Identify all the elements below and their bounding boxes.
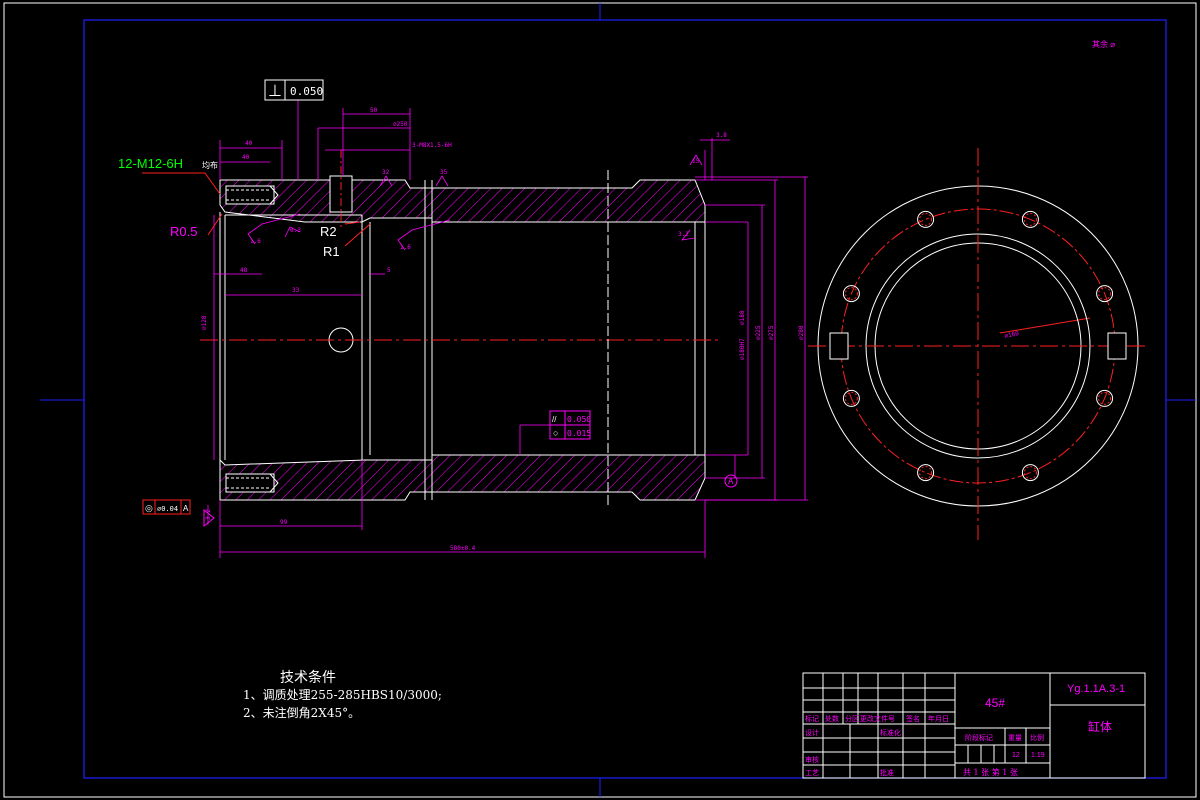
tb-weight: 重量 — [1008, 734, 1022, 742]
perp-value: 0.050 — [290, 85, 323, 98]
dim-50: 50 — [370, 107, 378, 114]
tb-scale-value: 1:19 — [1031, 752, 1045, 759]
port-right — [1107, 332, 1127, 360]
tb-h-2: 分区 — [845, 714, 859, 723]
dim-outer1: ⌀225 — [755, 325, 762, 340]
dim-inner1: ⌀180 — [739, 310, 746, 325]
thread-hole-bottom — [225, 473, 275, 493]
tb-standardize: 标准化 — [880, 728, 901, 737]
tb-approve: 批准 — [880, 768, 894, 777]
dim-99: 99 — [280, 519, 288, 526]
tb-review: 审核 — [805, 755, 819, 764]
r2-label: R2 — [320, 224, 337, 239]
parallel-circularity-frame: // 0.050 ○ 0.015 — [549, 410, 591, 440]
bottom-wall-hatch — [219, 454, 706, 501]
tb-design: 设计 — [805, 728, 819, 737]
dim-holes: 3-M8X1.5-6H — [412, 142, 452, 149]
tb-h-4: 签名 — [906, 714, 920, 723]
dim-pcd: ⌀250 — [393, 121, 408, 128]
dim-35: 35 — [440, 169, 448, 176]
dim-48: 48 — [240, 267, 248, 274]
coax-value: ⌀0.04 — [157, 505, 178, 513]
dim-inner2: ⌀180H7 — [739, 338, 746, 360]
perp-symbol: ⊥ — [268, 83, 282, 100]
end-view — [808, 148, 1148, 540]
dim-total: 580±0.4 — [450, 545, 476, 552]
drawing-canvas: 其余 ⌀ A ⊥ 0.050 // 0.050 ○ 0.015 ◎ ⌀0.04 … — [3, 2, 1197, 798]
dim-5: 5 — [387, 267, 391, 274]
coax-symbol: ◎ — [145, 503, 153, 513]
dim-40b: 40 — [242, 154, 250, 161]
bolt-hole-thread — [919, 212, 933, 226]
rough-5: 3.2 — [205, 509, 212, 520]
bolt-hole-thread — [919, 466, 933, 480]
tb-part-name: 缸体 — [1088, 719, 1112, 734]
inner-frame — [83, 19, 1167, 779]
tech-item-1: 1、调质处理255-285HBS10/3000; — [243, 688, 442, 702]
rough-4: 3.2 — [678, 231, 689, 238]
coax-datum: A — [183, 504, 189, 513]
rough-2: 1.6 — [400, 244, 411, 251]
parallel-symbol: // — [552, 415, 557, 424]
section-view: A — [142, 100, 1091, 558]
datum-label: A — [728, 477, 734, 486]
tb-h-5: 年月日 — [928, 714, 949, 723]
dim-38: 3.8 — [716, 132, 727, 139]
tb-drawing-no: Yg.1.1A.3-1 — [1067, 683, 1125, 695]
tb-h-3: 更改文件号 — [860, 714, 895, 723]
tb-process: 工艺 — [805, 769, 819, 777]
tb-scale: 比例 — [1030, 733, 1044, 742]
rough-1: 1.6 — [250, 238, 261, 245]
perpendicularity-frame: ⊥ 0.050 — [264, 79, 324, 101]
dim-15: 15 — [692, 158, 700, 165]
tb-material: 45# — [985, 696, 1005, 710]
outer-frame — [3, 2, 1197, 798]
tb-h-1: 处数 — [825, 714, 839, 723]
dim-outer3: ⌀280 — [798, 325, 805, 340]
technical-requirements: 技术条件 1、调质处理255-285HBS10/3000; 2、未注倒角2X45… — [243, 669, 442, 720]
coaxiality-frame: ◎ ⌀0.04 A — [142, 499, 191, 515]
circ-value: 0.015 — [567, 429, 591, 438]
dim-outer2: ⌀275 — [768, 325, 775, 340]
r05-label: R0.5 — [170, 224, 197, 239]
circ-symbol: ○ — [553, 428, 558, 438]
thread-hole-top — [225, 185, 275, 205]
thread-label: 12-M12-6H — [118, 156, 183, 171]
r1-label: R1 — [323, 244, 340, 259]
dim-32: 32 — [382, 169, 390, 176]
thread-suffix: 均布 — [202, 160, 218, 170]
corner-note: 其余 ⌀ — [1092, 39, 1115, 49]
tb-stage: 阶段标记 — [965, 733, 993, 742]
dim-33: 33 — [292, 287, 300, 294]
dim-40a: 40 — [245, 140, 253, 147]
tb-sheets: 共 1 张 第 1 张 — [963, 767, 1018, 777]
port-left — [829, 332, 849, 360]
tb-weight-value: 12 — [1012, 752, 1020, 759]
tb-h-0: 标记 — [805, 714, 819, 723]
dim-bore-left: ⌀128 — [201, 315, 208, 330]
tech-item-2: 2、未注倒角2X45°。 — [243, 705, 360, 720]
rough-3: 6.3 — [290, 227, 301, 234]
parallel-value: 0.050 — [567, 415, 591, 424]
tech-title: 技术条件 — [280, 669, 336, 686]
